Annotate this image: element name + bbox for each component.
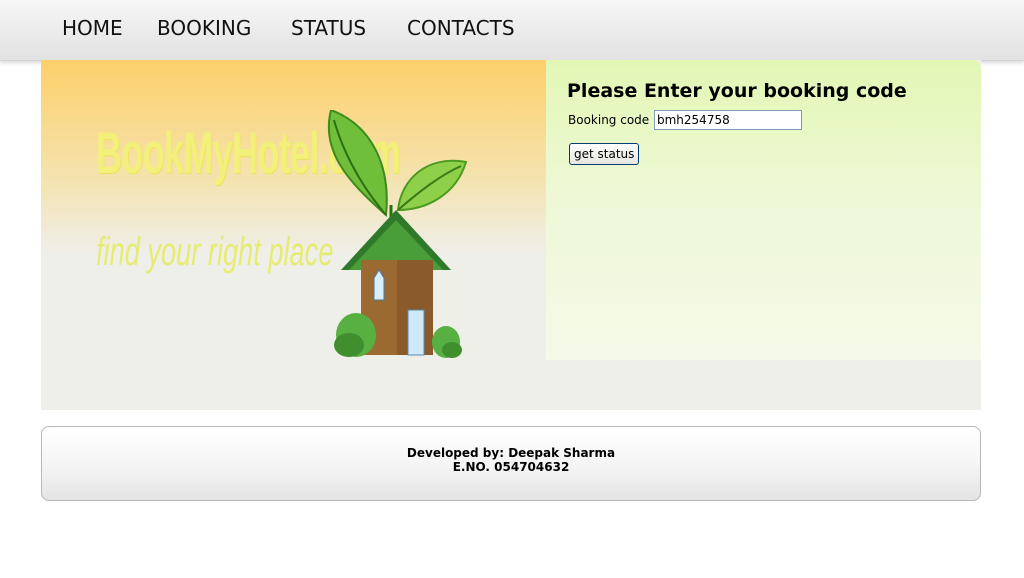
nav-item-home[interactable]: HOME	[62, 15, 123, 41]
top-navbar: HOME BOOKING STATUS CONTACTS	[0, 0, 1024, 61]
get-status-button[interactable]: get status	[569, 143, 640, 165]
footer: Developed by: Deepak Sharma E.NO. 054704…	[41, 426, 981, 501]
booking-code-label: Booking code	[568, 113, 650, 127]
site-tagline: find your right place	[96, 230, 334, 274]
nav-item-booking[interactable]: BOOKING	[157, 15, 251, 41]
panel-title: Please Enter your booking code	[567, 80, 907, 102]
enrollment-number: E.NO. 054704632	[452, 460, 570, 474]
hero-banner: BookMyHotel.com find your right place	[41, 60, 546, 360]
booking-status-panel: Please Enter your booking code Booking c…	[546, 60, 981, 360]
nav-item-status[interactable]: STATUS	[291, 15, 366, 41]
nav-item-contacts[interactable]: CONTACTS	[407, 15, 515, 41]
booking-code-input[interactable]	[654, 110, 802, 130]
developer-credit: Developed by: Deepak Sharma	[406, 446, 616, 460]
house-icon	[327, 110, 468, 358]
main-content: BookMyHotel.com find your right place Pl…	[41, 60, 981, 410]
